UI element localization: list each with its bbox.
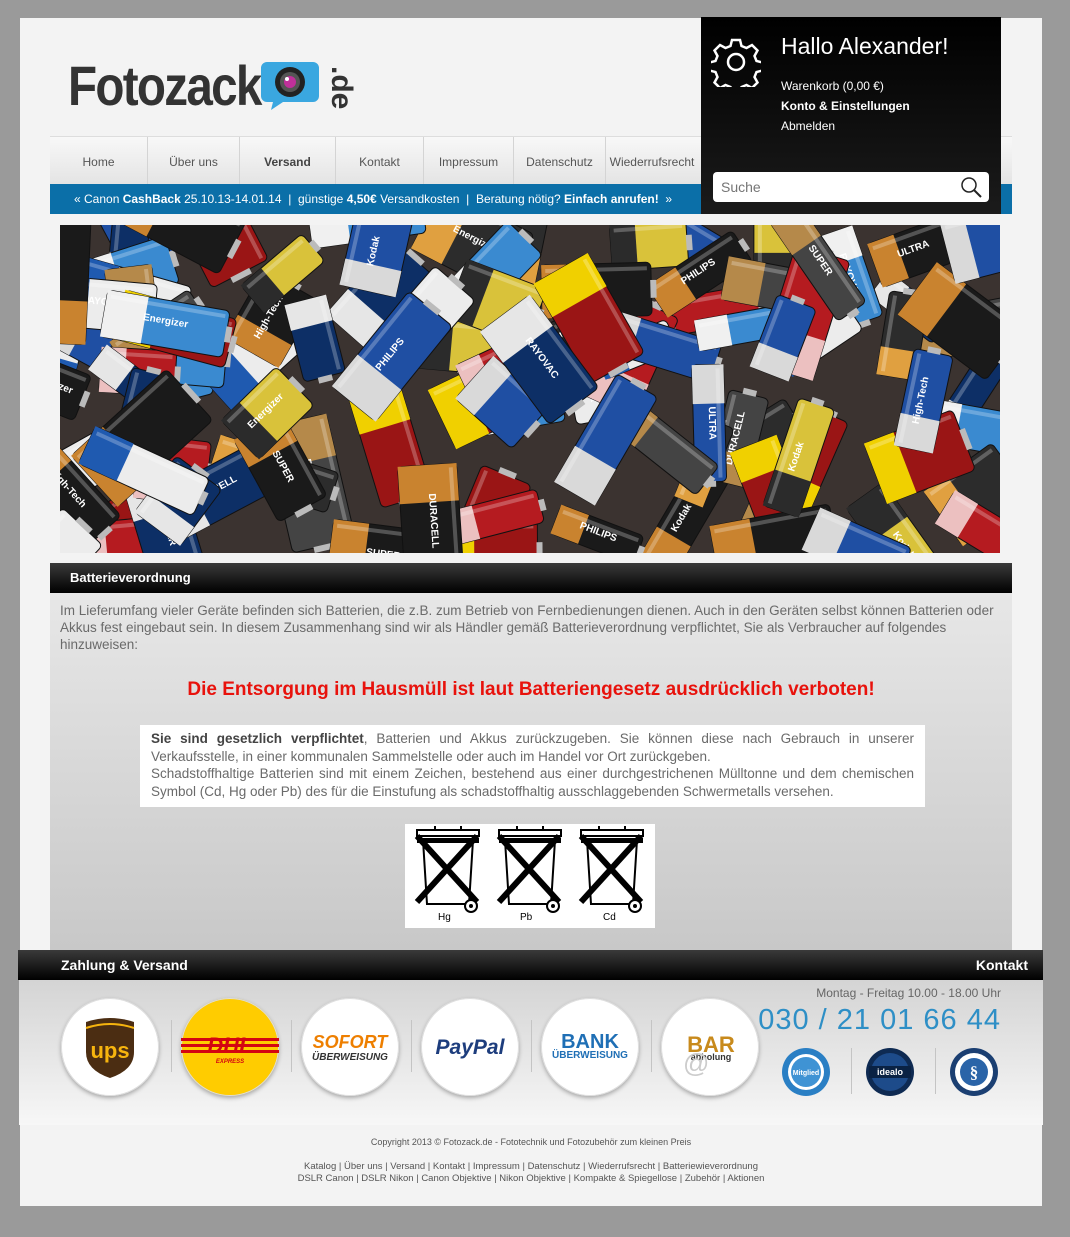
section-title: Batterieverordnung — [50, 563, 1012, 593]
sofort-logo: SOFORT ÜBERWEISUNG — [301, 998, 399, 1096]
nav-versand[interactable]: Versand — [240, 137, 336, 185]
bin-label-pb: Pb — [520, 912, 533, 923]
battery — [60, 225, 92, 346]
bank-transfer-logo: BANK ÜBERWEISUNG — [541, 998, 639, 1096]
guetesiegel-seal[interactable]: § — [949, 1047, 999, 1097]
cart-link[interactable]: Warenkorb (0,00 €) — [781, 79, 884, 93]
haendlerbund-member-seal[interactable]: Mitglied — [781, 1047, 831, 1097]
footer-header: Zahlung & Versand Kontakt — [18, 950, 1043, 980]
footer-body: ups DHL EXPRESS SOFORT ÜBERWEISUNG PayPa… — [19, 980, 1043, 1125]
promo-sep: | — [288, 192, 292, 206]
legal-notice: Sie sind gesetzlich verpflichtet, Batter… — [140, 725, 925, 807]
dhl-text: DHL — [207, 1033, 252, 1058]
footer-contact-title: Kontakt — [975, 957, 1028, 973]
page: Fotozack .de Home Über uns Versand Konta… — [18, 17, 1043, 1206]
nav-impressum[interactable]: Impressum — [424, 137, 514, 185]
search-box — [713, 172, 989, 202]
nav-home[interactable]: Home — [50, 137, 148, 185]
idealo-partner-seal[interactable]: idealo — [865, 1047, 915, 1097]
notice-bold: Sie sind gesetzlich verpflichtet — [151, 731, 364, 746]
batteries-illustration: DURACELLSUPEREnergizerPHILIPSRAYOVACULTR… — [60, 225, 1000, 553]
footer-payment-title: Zahlung & Versand — [61, 957, 188, 973]
sofort-sub: ÜBERWEISUNG — [312, 1050, 388, 1063]
account-link[interactable]: Konto & Einstellungen — [781, 99, 910, 113]
ups-text: ups — [90, 1038, 129, 1063]
camera-bubble-icon — [261, 62, 319, 110]
promo-advice: Beratung nötig? — [475, 192, 561, 206]
bin-label-cd: Cd — [603, 912, 616, 923]
ups-logo: ups — [61, 998, 159, 1096]
opening-hours: Montag - Freitag 10.00 - 18.00 Uhr — [816, 986, 1001, 1000]
promo-cashback: CashBack — [122, 192, 181, 206]
greeting: Hallo Alexander! — [781, 33, 949, 59]
dhl-logo: DHL EXPRESS — [181, 998, 279, 1096]
paypal-logo: PayPal — [421, 998, 519, 1096]
gear-icon[interactable] — [711, 37, 761, 87]
promo-call-link[interactable]: Einfach anrufen! — [564, 192, 659, 206]
crossed-bin-icon — [496, 826, 562, 913]
disposal-warning: Die Entsorgung im Hausmüll ist laut Batt… — [187, 679, 875, 700]
nav-kontakt[interactable]: Kontakt — [336, 137, 424, 185]
notice-text-2: Schadstoffhaltige Batterien sind mit ein… — [151, 766, 914, 799]
footer-links-2[interactable]: DSLR Canon | DSLR Nikon | Canon Objektiv… — [20, 1173, 1042, 1184]
site-logo[interactable]: Fotozack .de — [68, 56, 368, 136]
batteries-banner-image: DURACELLSUPEREnergizerPHILIPSRAYOVACULTR… — [60, 225, 1000, 553]
battery: DURACELL — [397, 462, 465, 553]
promo-dates: 25.10.13-14.01.14 — [184, 192, 282, 206]
crossed-bin-icon — [578, 826, 644, 913]
nav-ueber-uns[interactable]: Über uns — [148, 137, 240, 185]
logo-tld: .de — [325, 66, 358, 110]
promo-shipping-price: 4,50€ — [346, 192, 377, 206]
copyright: Copyright 2013 © Fotozack.de - Fototechn… — [370, 1137, 692, 1147]
svg-text:ULTRA: ULTRA — [706, 406, 718, 439]
svg-text:§: § — [970, 1063, 979, 1082]
search-icon[interactable] — [959, 175, 983, 199]
crossed-bin-icon — [414, 826, 480, 913]
seal-idealo-text: idealo — [877, 1067, 904, 1077]
phone-number[interactable]: 030 / 21 01 66 44 — [758, 1004, 1001, 1037]
nav-datenschutz[interactable]: Datenschutz — [514, 137, 606, 185]
logout-link[interactable]: Abmelden — [781, 119, 835, 133]
user-panel: Hallo Alexander! Warenkorb (0,00 €) Kont… — [701, 17, 1001, 214]
at-icon: @ — [683, 1048, 709, 1078]
dhl-sub: EXPRESS — [216, 1059, 244, 1065]
bank-sub: ÜBERWEISUNG — [552, 1048, 628, 1061]
promo-shipping-post: Versandkosten — [380, 192, 460, 206]
footer-links-1[interactable]: Katalog | Über uns | Versand | Kontakt |… — [20, 1161, 1042, 1172]
promo-sep: | — [466, 192, 470, 206]
paypal-text: PayPal — [436, 1036, 506, 1059]
intro-text: Im Lieferumfang vieler Geräte befinden s… — [60, 603, 994, 652]
crossed-bin-symbols: Hg Pb Cd — [405, 824, 655, 928]
sofort-text: SOFORT — [313, 1032, 390, 1052]
content-area: Im Lieferumfang vieler Geräte befinden s… — [50, 593, 1012, 950]
search-input[interactable] — [713, 172, 943, 202]
cash-pickup-logo: BAR abholung @ — [661, 998, 759, 1096]
promo-prev[interactable]: « Canon — [74, 192, 119, 206]
logo-text: Fotozack — [68, 54, 262, 117]
bin-label-hg: Hg — [438, 912, 451, 923]
nav-wiederrufsrecht[interactable]: Wiederrufsrecht — [606, 137, 698, 185]
seal-member-text: Mitglied — [793, 1070, 819, 1077]
promo-next[interactable]: » — [665, 192, 672, 206]
promo-shipping-pre: günstige — [297, 192, 344, 206]
